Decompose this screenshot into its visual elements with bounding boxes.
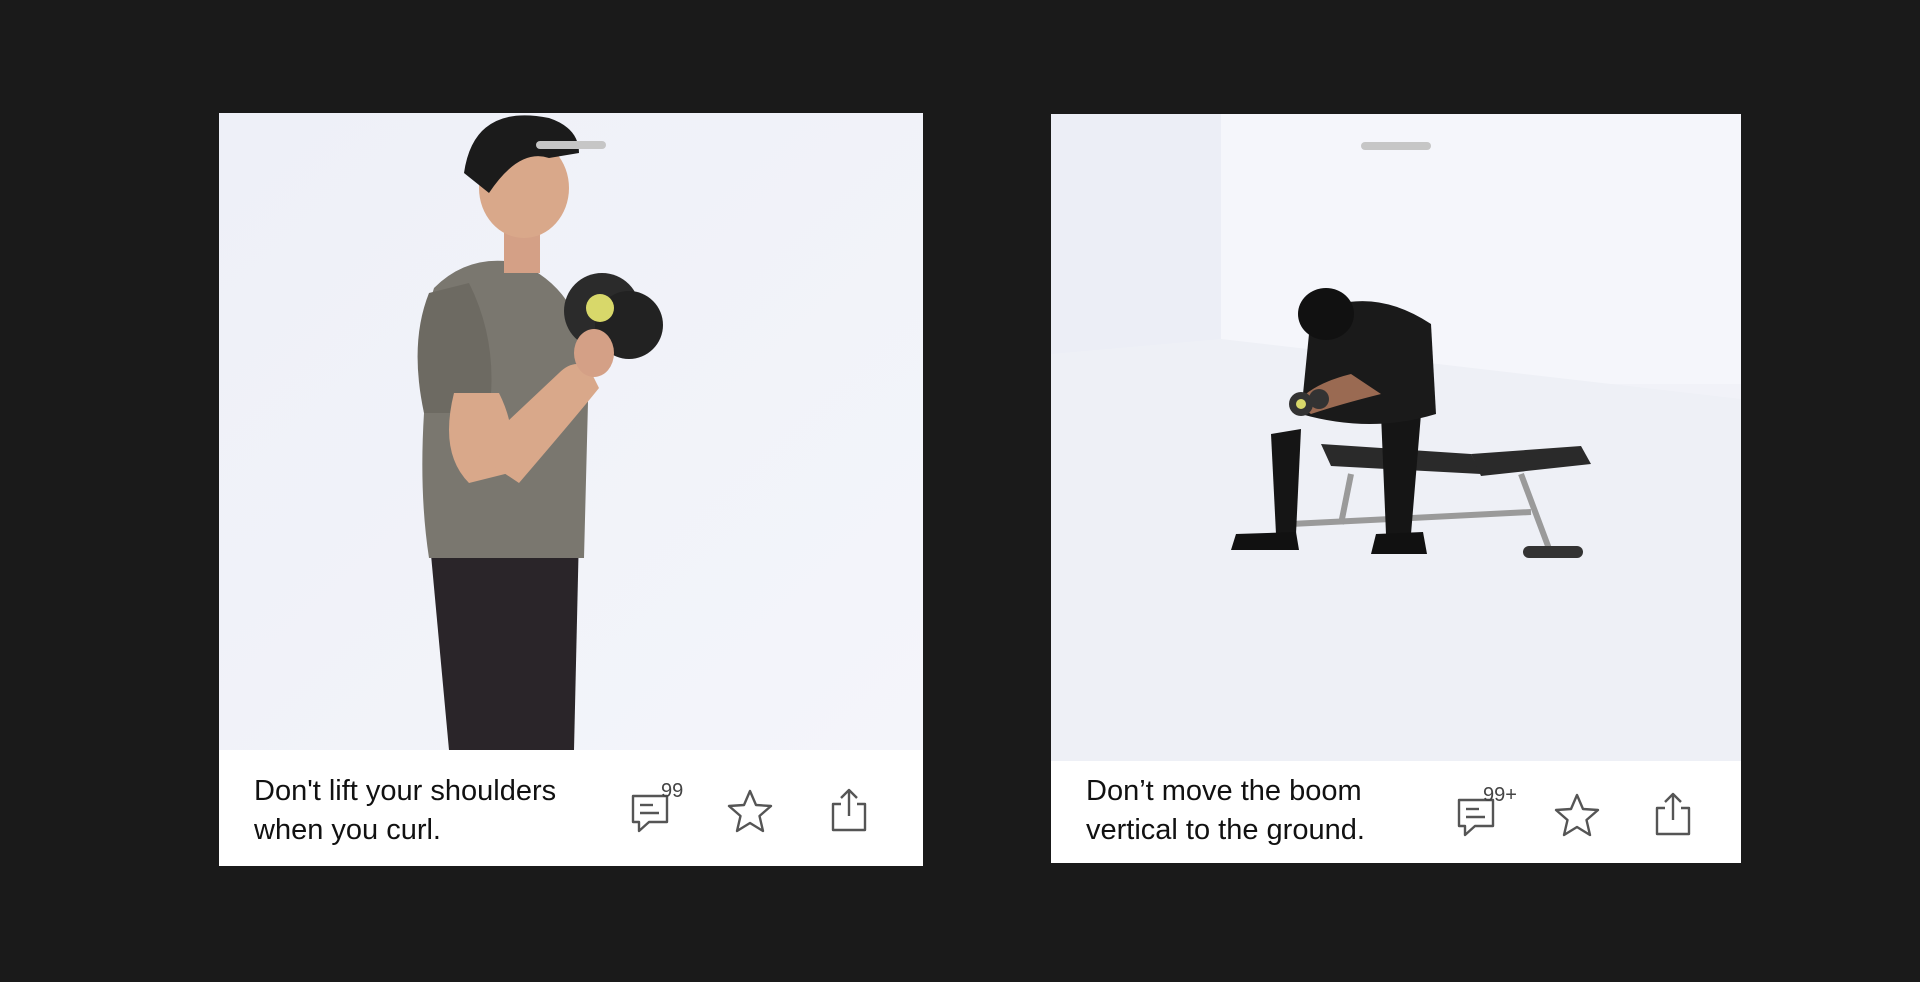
tip-caption: Don’t move the boom vertical to the grou…	[1086, 772, 1436, 850]
drag-handle[interactable]	[1361, 142, 1431, 150]
star-icon	[1554, 793, 1600, 837]
tip-caption: Don't lift your shoulders when you curl.	[254, 772, 614, 850]
tip-caption-line-2: when you curl.	[254, 814, 441, 846]
exercise-image-seated-curl[interactable]	[1051, 114, 1741, 761]
exercise-tip-card-2[interactable]: Don’t move the boom vertical to the grou…	[1051, 114, 1741, 863]
favorite-button[interactable]	[724, 786, 776, 838]
card-footer: Don't lift your shoulders when you curl.…	[219, 750, 923, 866]
share-icon	[831, 788, 867, 832]
exercise-tip-card-1[interactable]: Don't lift your shoulders when you curl.…	[219, 113, 923, 866]
exercise-image-standing-curl[interactable]	[219, 113, 923, 750]
tip-caption-line-2: vertical to the ground.	[1086, 814, 1365, 846]
comment-count: 99	[661, 780, 684, 802]
favorite-button[interactable]	[1551, 790, 1603, 842]
share-icon	[1655, 792, 1691, 836]
card-footer: Don’t move the boom vertical to the grou…	[1051, 761, 1741, 863]
comment-count: 99+	[1483, 784, 1517, 806]
tip-caption-line-1: Don't lift your shoulders	[254, 775, 557, 807]
share-button[interactable]	[823, 784, 875, 836]
star-icon	[727, 789, 773, 833]
tip-caption-line-1: Don’t move the boom	[1086, 775, 1362, 807]
share-button[interactable]	[1647, 788, 1699, 840]
drag-handle[interactable]	[536, 141, 606, 149]
